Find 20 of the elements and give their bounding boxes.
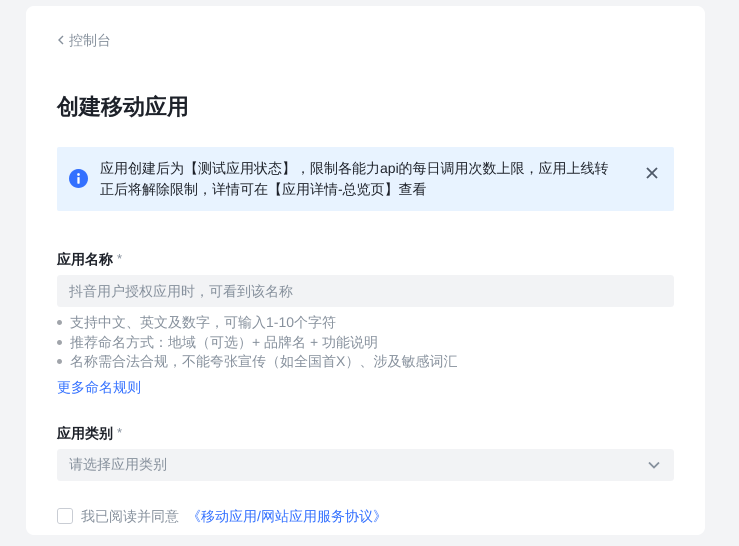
hint-text: 支持中文、英文及数字，可输入1-10个字符 <box>70 313 336 332</box>
field-label: 应用名称 <box>57 250 113 269</box>
naming-rules-link[interactable]: 更多命名规则 <box>57 376 141 396</box>
hint-text: 推荐命名方式：地域（可选）+ 品牌名 + 功能说明 <box>70 332 378 352</box>
hint-text: 名称需合法合规，不能夸张宣传（如全国首X）、涉及敏感词汇 <box>70 352 458 372</box>
chevron-left-icon <box>57 35 65 45</box>
required-mark: * <box>117 424 122 442</box>
category-select[interactable]: 请选择应用类别 <box>57 448 674 480</box>
page-title: 创建移动应用 <box>57 93 189 121</box>
alert-message: 应用创建后为【测试应用状态】，限制各能力api的每日调用次数上限，应用上线转正后将解除限制，详情可在【应用详情-总览页】查看 <box>100 159 610 199</box>
agreement-link[interactable]: 《移动应用/网站应用服务协议》 <box>187 506 387 526</box>
agreement-text: 我已阅读并同意 <box>81 506 179 526</box>
agreement-checkbox[interactable] <box>57 508 73 524</box>
field-label: 应用类别 <box>57 424 113 442</box>
back-link[interactable]: 控制台 <box>57 30 111 50</box>
info-icon <box>69 169 88 188</box>
close-button[interactable] <box>646 167 658 179</box>
chevron-down-icon <box>648 460 660 468</box>
name-input-field[interactable]: 抖音用户授权应用时，可看到该名称 <box>57 275 674 307</box>
required-mark: * <box>117 250 122 268</box>
